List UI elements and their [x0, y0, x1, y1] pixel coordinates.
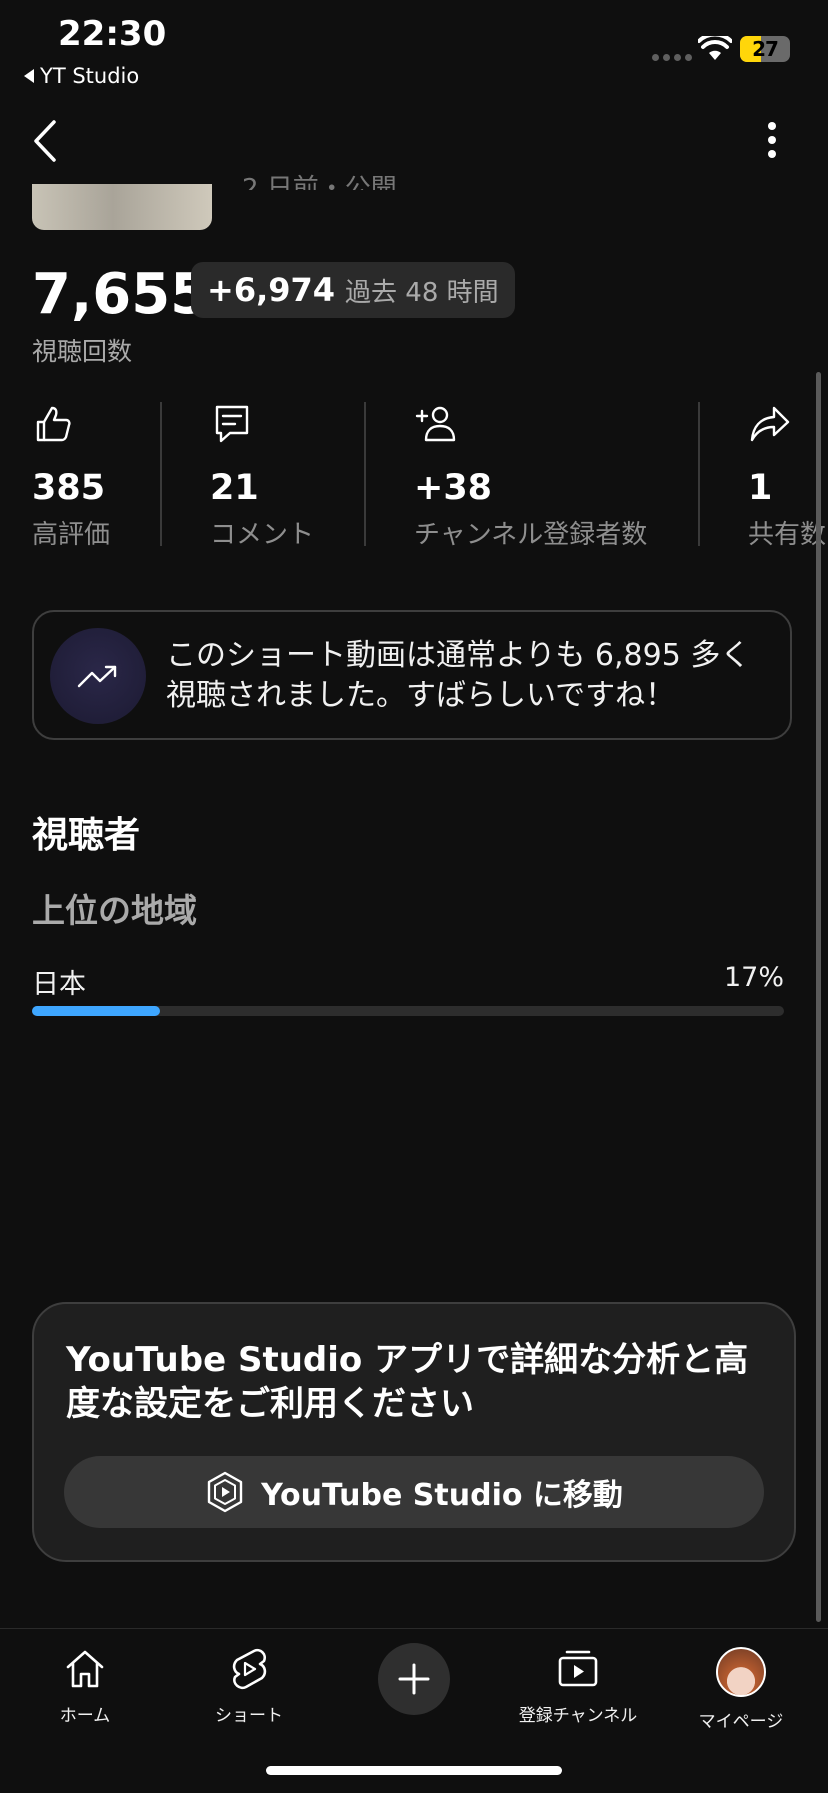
video-thumbnail[interactable] [32, 184, 212, 230]
more-vert-icon[interactable] [762, 122, 782, 158]
home-indicator [266, 1766, 562, 1775]
tab-shorts-label: ショート [215, 1706, 283, 1726]
metric-label: 高評価 [32, 520, 111, 550]
trending-up-icon [77, 665, 117, 688]
tab-subscriptions-label: 登録チャンネル [518, 1706, 638, 1726]
metric-divider [364, 402, 366, 546]
back-arrow-icon[interactable] [30, 118, 60, 164]
back-to-app-link[interactable]: YT Studio [24, 64, 139, 88]
plus-icon [398, 1663, 430, 1695]
tab-home[interactable]: ホーム [10, 1647, 160, 1726]
shorts-icon [232, 1648, 267, 1690]
comment-icon [215, 405, 249, 443]
tab-you[interactable]: マイページ [666, 1647, 816, 1732]
battery-indicator: 27 [740, 36, 790, 62]
tab-you-label: マイページ [698, 1712, 784, 1732]
insight-text: このショート動画は通常よりも 6,895 多く視聴されました。すばらしいですね！ [166, 638, 751, 713]
tab-shorts[interactable]: ショート [174, 1647, 324, 1726]
views-delta: +6,974 [207, 271, 336, 309]
studio-hexagon-icon [207, 1471, 243, 1513]
home-icon [66, 1650, 104, 1688]
region-percent: 17% [723, 962, 784, 993]
metric-likes: 385 高評価 [32, 402, 110, 551]
add-subscriber-icon [415, 406, 456, 442]
views-delta-pill: +6,974 過去 48 時間 [191, 262, 515, 318]
metric-divider [698, 402, 700, 546]
metric-comments: 21 コメント [210, 402, 314, 551]
region-bar-fill [32, 1006, 160, 1016]
views-period: 過去 48 時間 [345, 277, 499, 308]
top-regions-title: 上位の地域 [32, 891, 197, 930]
metric-subscribers: +38 チャンネル登録者数 [414, 402, 647, 551]
views-label: 視聴回数 [32, 337, 133, 366]
metric-label: コメント [210, 520, 315, 550]
back-triangle-icon [24, 69, 34, 83]
share-icon [750, 406, 790, 442]
metric-value: 385 [32, 468, 106, 508]
views-count: 7,655 [32, 262, 210, 327]
tab-subscriptions[interactable]: 登録チャンネル [503, 1647, 653, 1726]
battery-level: 27 [752, 37, 779, 61]
status-time: 22:30 [58, 14, 167, 54]
open-studio-label: YouTube Studio に移動 [261, 1478, 623, 1513]
region-name: 日本 [32, 969, 86, 1000]
metric-value: +38 [414, 468, 493, 508]
audience-title: 視聴者 [32, 815, 141, 856]
performance-insight-card: このショート動画は通常よりも 6,895 多く視聴されました。すばらしいですね！ [32, 610, 792, 740]
tab-home-label: ホーム [59, 1706, 111, 1726]
insight-icon-bubble [50, 628, 146, 724]
cellular-signal-icon [652, 54, 692, 61]
metric-value: 21 [210, 468, 259, 508]
video-meta: 2 日前・公開 [242, 174, 397, 190]
promo-title: YouTube Studio アプリで詳細な分析と高度な設定をご利用ください [66, 1340, 749, 1424]
open-studio-button[interactable]: YouTube Studio に移動 [64, 1456, 764, 1528]
avatar [716, 1647, 766, 1697]
wifi-icon [698, 36, 732, 60]
studio-promo-card: YouTube Studio アプリで詳細な分析と高度な設定をご利用ください Y… [32, 1302, 796, 1562]
create-button[interactable] [378, 1643, 450, 1715]
scrollbar[interactable] [816, 372, 821, 1622]
metric-label: チャンネル登録者数 [414, 520, 648, 550]
region-bar-track [32, 1006, 784, 1016]
thumbs-up-icon [36, 406, 71, 442]
subscriptions-icon [558, 1650, 598, 1687]
back-app-label: YT Studio [40, 64, 140, 88]
metric-divider [160, 402, 162, 546]
